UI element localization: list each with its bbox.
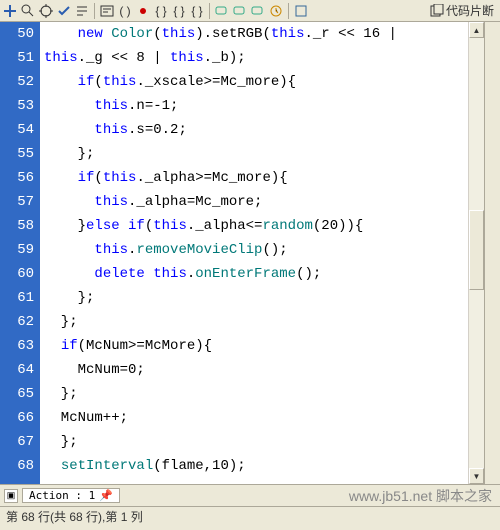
- toolbar-separator: [209, 3, 210, 19]
- options-icon[interactable]: [293, 3, 309, 19]
- scroll-thumb[interactable]: [469, 210, 484, 290]
- line-number: 58: [0, 214, 34, 238]
- line-number-gutter: 50515253545556575859606162636465666768: [0, 22, 40, 484]
- line-number: 51: [0, 46, 34, 70]
- tab-collapse-button[interactable]: ▣: [4, 489, 18, 503]
- brace2-icon[interactable]: { }: [171, 3, 187, 19]
- code-editor[interactable]: new Color(this).setRGB(this._r << 16 | t…: [40, 22, 468, 484]
- line-number: 67: [0, 430, 34, 454]
- line-number: 55: [0, 142, 34, 166]
- comment2-icon[interactable]: [232, 3, 248, 19]
- code-line[interactable]: };: [40, 430, 468, 454]
- comment1-icon[interactable]: [214, 3, 230, 19]
- code-line[interactable]: };: [40, 142, 468, 166]
- side-panel-collapsed[interactable]: [484, 22, 500, 484]
- watermark-text: www.jb51.net 脚本之家: [349, 486, 492, 506]
- code-line[interactable]: new Color(this).setRGB(this._r << 16 |: [40, 22, 468, 46]
- line-number: 65: [0, 382, 34, 406]
- code-line[interactable]: if(this._xscale>=Mc_more){: [40, 70, 468, 94]
- code-line[interactable]: if(McNum>=McMore){: [40, 334, 468, 358]
- check-icon[interactable]: [56, 3, 72, 19]
- snippet-label: 代码片断: [446, 2, 494, 19]
- toolbar: ( ) { } { } { } 代码片断: [0, 0, 500, 22]
- code-line[interactable]: delete this.onEnterFrame();: [40, 262, 468, 286]
- target-icon[interactable]: [38, 3, 54, 19]
- line-number: 50: [0, 22, 34, 46]
- format-icon[interactable]: [74, 3, 90, 19]
- line-number: 63: [0, 334, 34, 358]
- code-line[interactable]: this._g << 8 | this._b);: [40, 46, 468, 70]
- code-line[interactable]: };: [40, 286, 468, 310]
- line-number: 52: [0, 70, 34, 94]
- brace3-icon[interactable]: { }: [189, 3, 205, 19]
- editor-main: 50515253545556575859606162636465666768 n…: [0, 22, 500, 484]
- line-number: 60: [0, 262, 34, 286]
- line-number: 61: [0, 286, 34, 310]
- scroll-track[interactable]: [469, 38, 484, 468]
- paren-icon[interactable]: ( ): [117, 3, 133, 19]
- code-line[interactable]: this._alpha=Mc_more;: [40, 190, 468, 214]
- line-number: 68: [0, 454, 34, 478]
- debug-icon[interactable]: [135, 3, 151, 19]
- brace1-icon[interactable]: { }: [153, 3, 169, 19]
- action-tab[interactable]: Action : 1 📌: [22, 488, 120, 503]
- line-number: 64: [0, 358, 34, 382]
- status-bar: 第 68 行(共 68 行),第 1 列: [0, 506, 500, 526]
- code-hint-icon[interactable]: [99, 3, 115, 19]
- toolbar-separator: [94, 3, 95, 19]
- line-number: 54: [0, 118, 34, 142]
- line-number: 66: [0, 406, 34, 430]
- add-icon[interactable]: [2, 3, 18, 19]
- toolbar-separator: [288, 3, 289, 19]
- code-line[interactable]: this.removeMovieClip();: [40, 238, 468, 262]
- line-number: 57: [0, 190, 34, 214]
- vertical-scrollbar[interactable]: ▲ ▼: [468, 22, 484, 484]
- code-line[interactable]: McNum++;: [40, 406, 468, 430]
- code-line[interactable]: }else if(this._alpha<=random(20)){: [40, 214, 468, 238]
- code-line[interactable]: this.s=0.2;: [40, 118, 468, 142]
- code-line[interactable]: setInterval(flame,10);: [40, 454, 468, 478]
- cursor-position-text: 第 68 行(共 68 行),第 1 列: [6, 508, 143, 525]
- code-line[interactable]: this.n=-1;: [40, 94, 468, 118]
- action-tab-label: Action : 1: [29, 489, 95, 502]
- line-number: 56: [0, 166, 34, 190]
- code-line[interactable]: };: [40, 382, 468, 406]
- comment3-icon[interactable]: [250, 3, 266, 19]
- code-line[interactable]: };: [40, 310, 468, 334]
- scroll-up-button[interactable]: ▲: [469, 22, 484, 38]
- line-number: 53: [0, 94, 34, 118]
- snippet-button[interactable]: 代码片断: [430, 2, 498, 19]
- history-icon[interactable]: [268, 3, 284, 19]
- code-line[interactable]: McNum=0;: [40, 358, 468, 382]
- scroll-down-button[interactable]: ▼: [469, 468, 484, 484]
- find-icon[interactable]: [20, 3, 36, 19]
- code-line[interactable]: if(this._alpha>=Mc_more){: [40, 166, 468, 190]
- line-number: 59: [0, 238, 34, 262]
- pin-icon: 📌: [99, 489, 113, 502]
- line-number: 62: [0, 310, 34, 334]
